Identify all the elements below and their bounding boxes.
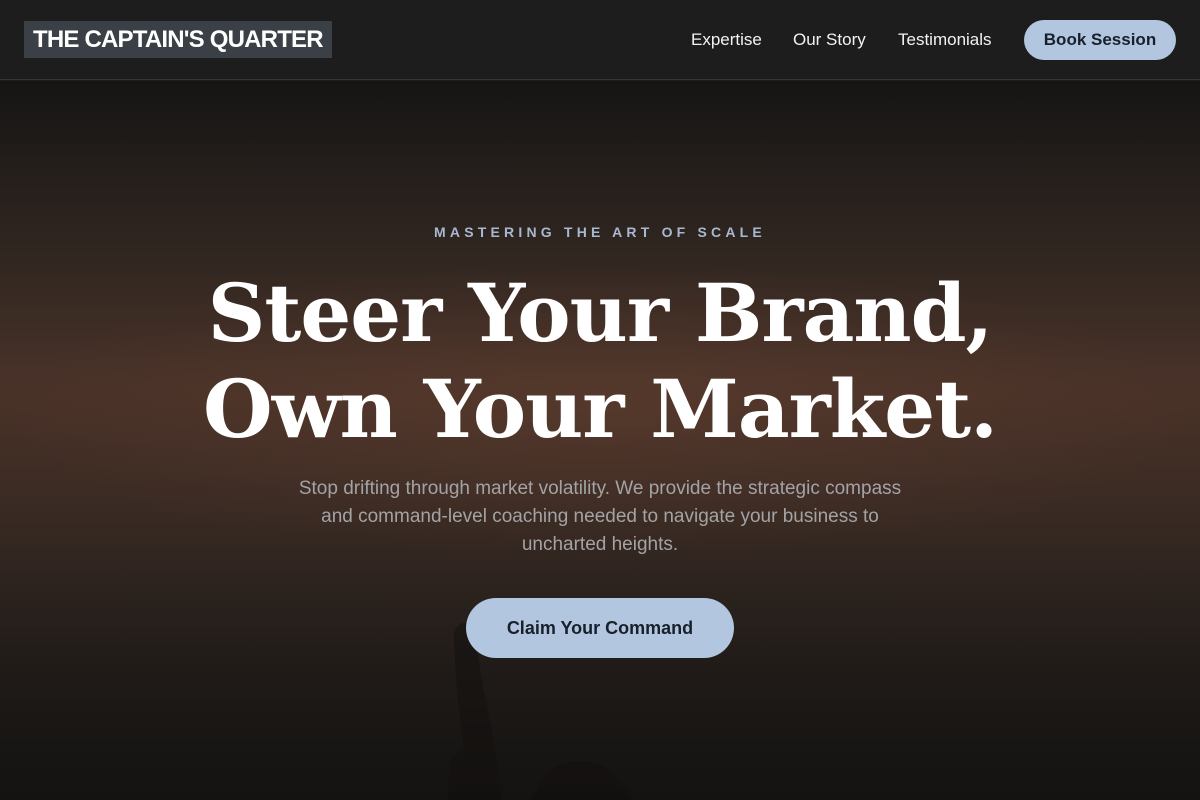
hero-headline: Steer Your Brand, Own Your Market. [0,265,1200,457]
site-logo[interactable]: THE CAPTAIN'S QUARTER [24,21,332,58]
claim-your-command-button[interactable]: Claim Your Command [466,598,734,658]
site-header: THE CAPTAIN'S QUARTER Expertise Our Stor… [0,0,1200,80]
nav-link-our-story[interactable]: Our Story [793,30,866,50]
hero-subtext: Stop drifting through market volatility.… [298,478,902,555]
nav-link-expertise[interactable]: Expertise [691,30,762,50]
hero-eyebrow: MASTERING THE ART OF SCALE [434,224,766,240]
book-session-button[interactable]: Book Session [1024,20,1176,60]
hero-section: MASTERING THE ART OF SCALE Steer Your Br… [0,81,1200,800]
hero-headline-line-1: Steer Your Brand, [207,266,994,360]
page: THE CAPTAIN'S QUARTER Expertise Our Stor… [0,0,1200,800]
hero-headline-line-2: Own Your Market. [203,362,998,456]
nav-link-testimonials[interactable]: Testimonials [898,30,992,50]
